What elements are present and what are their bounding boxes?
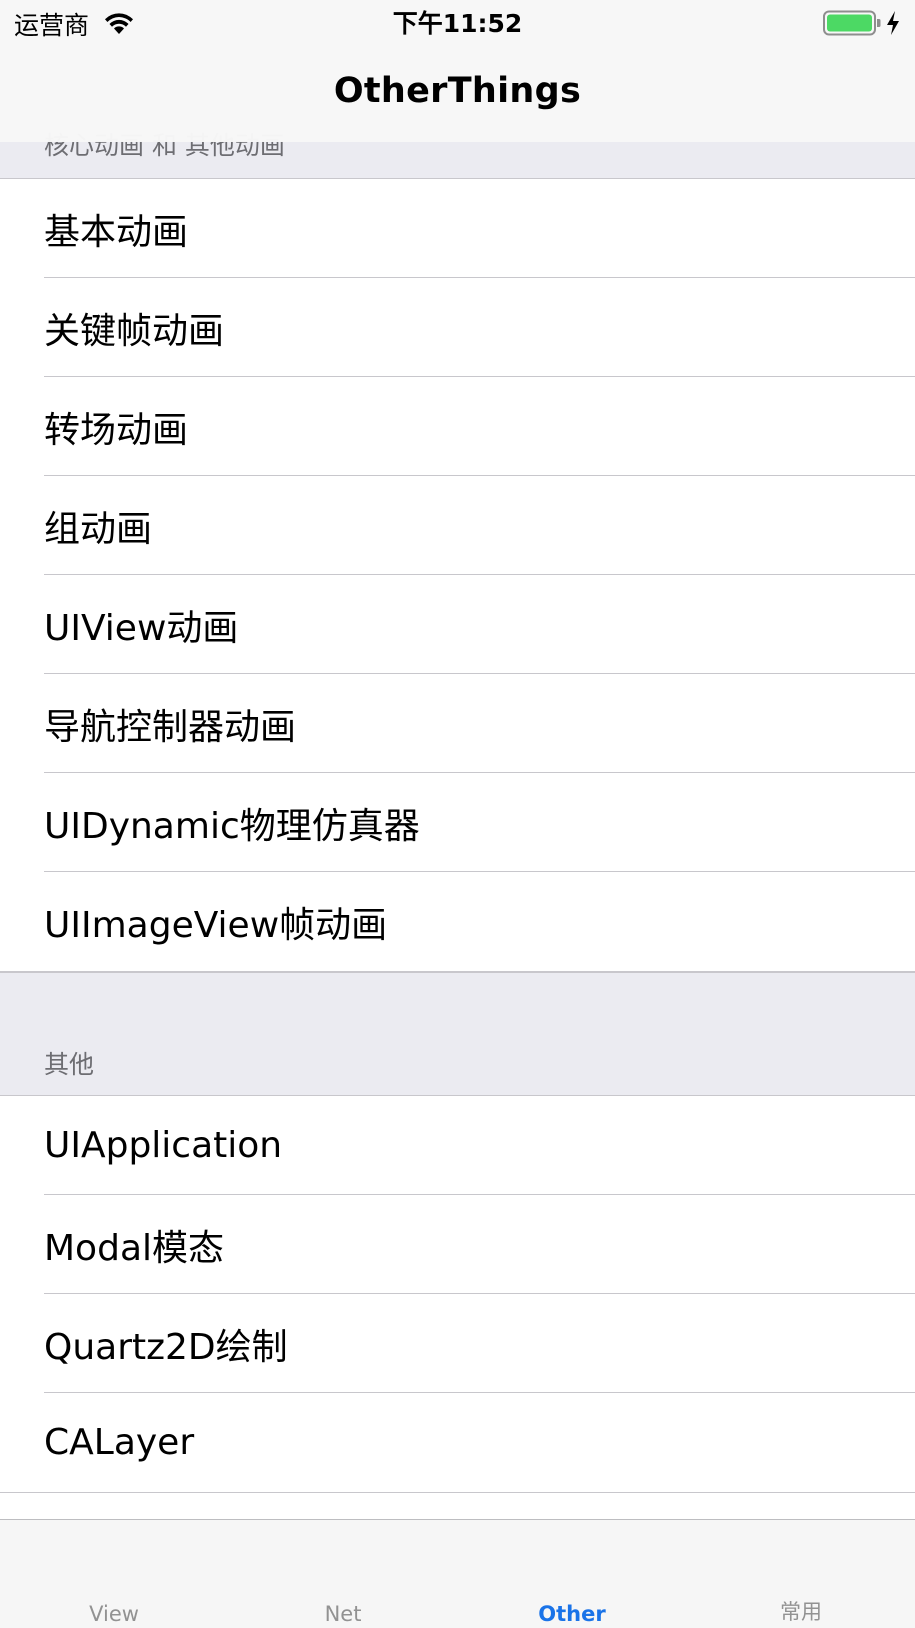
page-title: OtherThings xyxy=(333,71,582,111)
tab-common[interactable]: 常用 xyxy=(687,1520,915,1628)
status-bar: 运营商 下午11:52 xyxy=(0,0,915,48)
list-item-label: 组动画 xyxy=(44,508,153,550)
section-header-label: 其他 xyxy=(44,1050,95,1079)
section-other: UIApplication Modal模态 Quartz2D绘制 CALayer xyxy=(0,1095,915,1493)
table-view[interactable]: 核心动画 和 其他动画 基本动画 关键帧动画 转场动画 组动画 UIView动画… xyxy=(0,0,915,1493)
list-item[interactable]: UIDynamic物理仿真器 xyxy=(0,773,915,872)
battery-icon xyxy=(823,10,881,36)
tab-label: Other xyxy=(538,1602,606,1626)
list-item-label: 基本动画 xyxy=(44,211,189,253)
list-item[interactable]: Quartz2D绘制 xyxy=(0,1294,915,1393)
status-time: 下午11:52 xyxy=(392,9,523,38)
list-item[interactable]: 导航控制器动画 xyxy=(0,674,915,773)
list-item-label: UIDynamic物理仿真器 xyxy=(44,805,420,847)
list-item-label: CALayer xyxy=(44,1422,195,1463)
list-item[interactable]: Modal模态 xyxy=(0,1195,915,1294)
tab-net[interactable]: Net xyxy=(229,1520,457,1628)
list-item-label: 关键帧动画 xyxy=(44,310,225,352)
list-item-label: 转场动画 xyxy=(44,409,189,451)
section-animations: 基本动画 关键帧动画 转场动画 组动画 UIView动画 导航控制器动画 UID… xyxy=(0,178,915,972)
section-header-other: 其他 xyxy=(0,972,915,1095)
list-item[interactable]: 基本动画 xyxy=(0,179,915,278)
charging-bolt-icon xyxy=(887,11,899,35)
tab-other[interactable]: Other xyxy=(458,1520,686,1628)
list-item[interactable]: 组动画 xyxy=(0,476,915,575)
tab-label: View xyxy=(89,1602,139,1626)
list-item-label: 导航控制器动画 xyxy=(44,706,297,748)
list-item[interactable]: UIApplication xyxy=(0,1096,915,1195)
list-item-label: UIView动画 xyxy=(44,607,239,649)
list-item[interactable]: UIView动画 xyxy=(0,575,915,674)
tab-view[interactable]: View xyxy=(0,1520,228,1628)
list-item[interactable]: UIImageView帧动画 xyxy=(0,872,915,971)
list-item-label: Quartz2D绘制 xyxy=(44,1326,288,1368)
tab-bar: View Net Other 常用 xyxy=(0,1519,915,1628)
list-item[interactable]: 转场动画 xyxy=(0,377,915,476)
navigation-bar: OtherThings xyxy=(0,48,915,142)
status-right xyxy=(823,8,901,38)
tab-label: Net xyxy=(324,1602,362,1626)
list-item[interactable]: 关键帧动画 xyxy=(0,278,915,377)
list-item[interactable]: CALayer xyxy=(0,1393,915,1492)
tab-label: 常用 xyxy=(780,1600,822,1624)
list-item-label: UIImageView帧动画 xyxy=(44,904,388,946)
list-item-label: UIApplication xyxy=(44,1125,283,1166)
list-item-label: Modal模态 xyxy=(44,1227,225,1269)
